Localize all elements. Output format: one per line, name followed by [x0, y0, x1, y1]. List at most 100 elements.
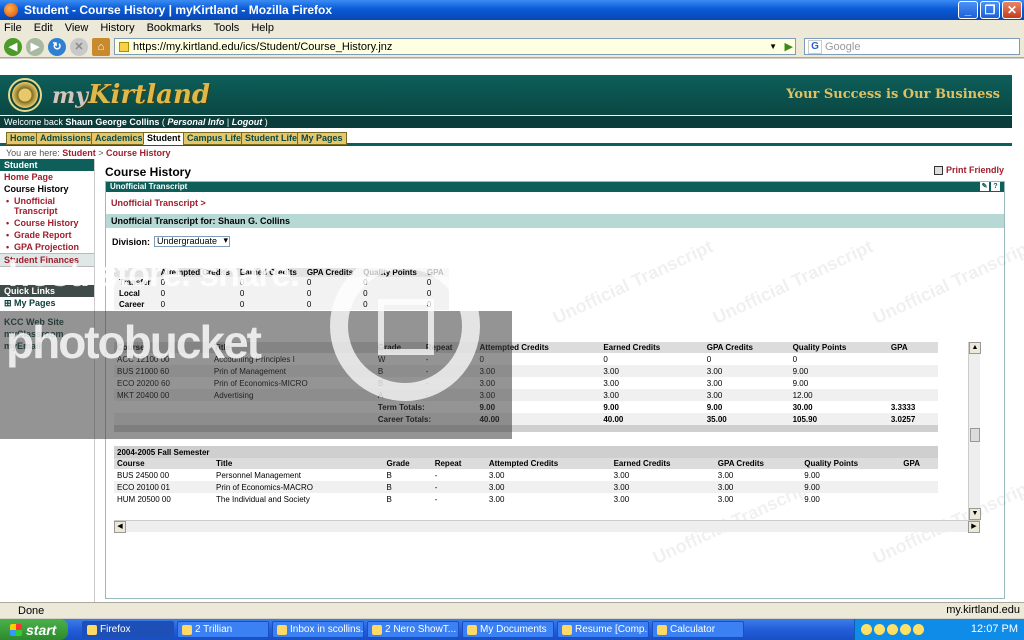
tab-academics[interactable]: Academics — [91, 132, 147, 145]
calculator-icon — [657, 624, 667, 635]
logout-link[interactable]: Logout — [232, 117, 263, 127]
portlet-title-bar: Unofficial Transcript ✎ ? — [106, 182, 1004, 192]
personal-info-link[interactable]: Personal Info — [167, 117, 224, 127]
scroll-up-icon[interactable]: ▲ — [969, 342, 981, 354]
division-label: Division: — [112, 236, 151, 247]
menu-help[interactable]: Help — [251, 22, 274, 34]
window-title: Student - Course History | myKirtland - … — [24, 3, 333, 17]
grid-vertical-scrollbar[interactable]: ▲ ▼ — [968, 342, 981, 520]
breadcrumb-student[interactable]: Student — [62, 148, 96, 158]
tab-student[interactable]: Student — [143, 132, 185, 145]
sidebar-item-course-history-sub[interactable]: Course History — [0, 217, 94, 229]
tray-icon[interactable] — [900, 624, 911, 635]
start-button[interactable]: start — [0, 619, 68, 640]
tab-student-life[interactable]: Student Life — [241, 132, 301, 145]
main-tabs: Home Admissions Academics Student Campus… — [0, 129, 1012, 146]
division-select[interactable]: Undergraduate — [154, 236, 231, 247]
forward-arrow-icon[interactable]: ▶ — [26, 37, 44, 56]
sidebar-item-student-finances[interactable]: Student Finances — [0, 253, 94, 267]
site-tagline: Your Success is Our Business — [786, 87, 1000, 102]
windows-taskbar: start Firefox 2 Trillian Inbox in scolli… — [0, 619, 1024, 640]
scroll-right-icon[interactable]: ▶ — [968, 521, 980, 533]
task-inbox[interactable]: Inbox in scollins... — [272, 621, 364, 638]
menu-file[interactable]: File — [4, 22, 22, 34]
menu-tools[interactable]: Tools — [214, 22, 240, 34]
sidebar: Student Home Page Course History Unoffic… — [0, 159, 95, 602]
url-dropdown-icon[interactable]: ▼ — [769, 42, 777, 51]
tab-home[interactable]: Home — [6, 132, 40, 145]
status-text: Done — [18, 604, 45, 617]
summary-row-local: Local 00000 — [114, 288, 449, 299]
web-page: myKirtland Your Success is Our Business … — [0, 59, 1024, 602]
tray-icon[interactable] — [861, 624, 872, 635]
scroll-thumb[interactable] — [970, 428, 980, 442]
site-brand[interactable]: myKirtland — [52, 80, 210, 110]
portlet-breadcrumb[interactable]: Unofficial Transcript > — [106, 192, 1004, 214]
tab-campus-life[interactable]: Campus Life — [183, 132, 246, 145]
task-my-documents[interactable]: My Documents — [462, 621, 554, 638]
printer-icon — [933, 165, 943, 175]
task-nero[interactable]: 2 Nero ShowT... — [367, 621, 459, 638]
search-placeholder: Google — [825, 40, 861, 53]
page-title: Course History — [105, 165, 192, 179]
task-calculator[interactable]: Calculator — [652, 621, 744, 638]
grid-horizontal-scrollbar[interactable]: ◀ ▶ — [114, 520, 980, 533]
word-doc-icon — [562, 624, 572, 635]
quick-link-kcc-web-site[interactable]: KCC Web Site — [0, 316, 94, 328]
maximize-button[interactable]: ❐ — [980, 1, 1000, 19]
tray-icon[interactable] — [874, 624, 885, 635]
sidebar-item-unofficial-transcript[interactable]: Unofficial Transcript — [0, 195, 94, 217]
menu-bookmarks[interactable]: Bookmarks — [147, 22, 202, 34]
clock[interactable]: 12:07 PM — [971, 623, 1018, 635]
tray-icon[interactable] — [887, 624, 898, 635]
firefox-icon — [4, 3, 18, 17]
search-input[interactable]: G Google — [804, 38, 1020, 55]
scroll-down-icon[interactable]: ▼ — [969, 508, 981, 520]
print-friendly-link[interactable]: Print Friendly — [933, 165, 1004, 175]
transcript-for-header: Unofficial Transcript for: Shaun G. Coll… — [106, 214, 1004, 228]
portlet-settings-icon[interactable]: ✎ — [980, 182, 989, 191]
lock-icon — [119, 41, 129, 52]
menu-edit[interactable]: Edit — [34, 22, 53, 34]
google-icon: G — [808, 39, 822, 54]
url-bar[interactable]: https://my.kirtland.edu/ics/Student/Cour… — [114, 38, 796, 55]
close-button[interactable]: ✕ — [1002, 1, 1022, 19]
folder-icon — [467, 624, 477, 635]
tab-my-pages[interactable]: My Pages — [297, 132, 347, 145]
volume-icon[interactable] — [913, 624, 924, 635]
breadcrumb-course-history[interactable]: Course History — [106, 148, 171, 158]
task-resume[interactable]: Resume [Comp... — [557, 621, 649, 638]
user-name: Shaun George Collins — [65, 117, 160, 127]
trillian-icon — [182, 624, 192, 635]
go-icon[interactable]: ▶ — [785, 40, 793, 53]
sidebar-item-grade-report[interactable]: Grade Report — [0, 229, 94, 241]
table-row: BUS 21000 60 Prin of Management B -3.00 3.00… — [114, 365, 938, 377]
tab-admissions[interactable]: Admissions — [36, 132, 96, 145]
table-row: BUS 24500 00 Personnel Management B -3.00 3.… — [117, 470, 820, 480]
main-content: Course History Print Friendly Unofficial… — [98, 159, 1024, 602]
quick-link-myemail[interactable]: myEmail — [0, 340, 94, 352]
sidebar-header: Student — [0, 159, 94, 171]
reload-icon[interactable]: ↻ — [48, 37, 66, 56]
sidebar-item-course-history[interactable]: Course History — [0, 183, 94, 195]
system-tray: 12:07 PM — [854, 619, 1024, 640]
scroll-left-icon[interactable]: ◀ — [114, 521, 126, 533]
navigation-toolbar: ◀ ▶ ↻ ✕ ⌂ https://my.kirtland.edu/ics/St… — [0, 36, 1024, 58]
table-row: MKT 20400 00 Advertising A -3.00 3.00 3.00 12.… — [114, 389, 938, 401]
task-trillian[interactable]: 2 Trillian — [177, 621, 269, 638]
task-firefox[interactable]: Firefox — [82, 621, 174, 638]
sidebar-item-gpa-projection[interactable]: GPA Projection — [0, 241, 94, 253]
firefox-icon — [87, 624, 97, 635]
stop-icon[interactable]: ✕ — [70, 37, 88, 56]
minimize-button[interactable]: _ — [958, 1, 978, 19]
sidebar-item-home[interactable]: Home Page — [0, 171, 94, 183]
quick-link-myclassroom[interactable]: myClassroom — [0, 328, 94, 340]
portlet-help-icon[interactable]: ? — [991, 182, 1000, 191]
table-row: ECO 20100 01 Prin of Economics-MACRO B -3.0… — [114, 481, 938, 493]
home-icon[interactable]: ⌂ — [92, 37, 110, 56]
quick-link-my-pages[interactable]: ⊞ My Pages — [0, 297, 94, 310]
back-arrow-icon[interactable]: ◀ — [4, 37, 22, 56]
menu-history[interactable]: History — [100, 22, 134, 34]
nero-icon — [372, 624, 382, 635]
menu-view[interactable]: View — [65, 22, 89, 34]
